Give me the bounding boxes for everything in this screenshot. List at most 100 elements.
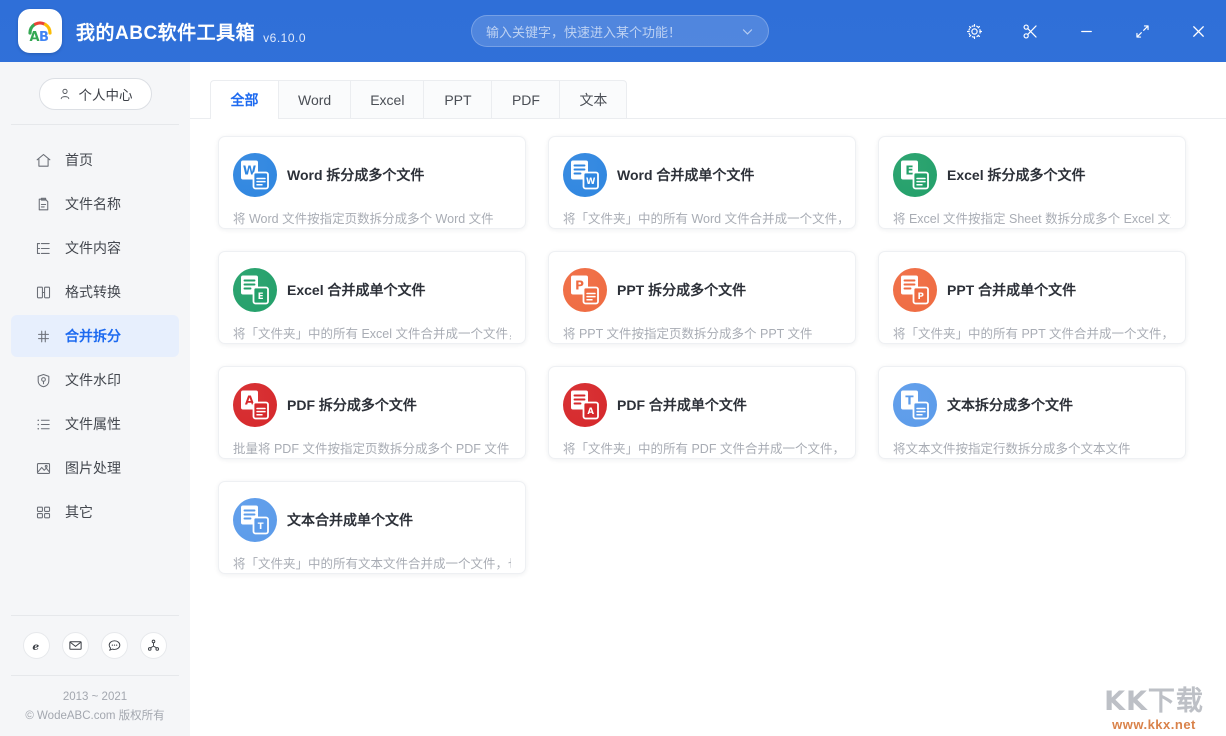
tab-label: 文本	[579, 90, 607, 110]
chat-icon[interactable]	[107, 638, 122, 653]
sidebar-item-1[interactable]: 首页	[11, 139, 179, 181]
format-convert-icon	[35, 284, 52, 301]
tab-全部[interactable]: 全部	[210, 80, 278, 118]
image-process-icon	[35, 460, 52, 477]
feature-card[interactable]: A PDF 拆分成多个文件 批量将 PDF 文件按指定页数拆分成多个 PDF 文…	[218, 366, 526, 459]
tab-bar: 全部Word Excel PPTPDF 文本	[190, 62, 1226, 119]
card-title: Excel 合并成单个文件	[287, 280, 425, 300]
feature-card[interactable]: E Excel 拆分成多个文件 将 Excel 文件按指定 Sheet 数拆分成…	[878, 136, 1186, 229]
minimize-icon[interactable]	[1077, 22, 1096, 41]
svg-text:P: P	[918, 292, 924, 302]
card-header: P PPT 拆分成多个文件	[563, 268, 841, 312]
feature-card[interactable]: W Word 拆分成多个文件 将 Word 文件按指定页数拆分成多个 Word …	[218, 136, 526, 229]
sidebar-item-8[interactable]: 图片处理	[11, 447, 179, 489]
close-icon[interactable]	[1189, 22, 1208, 41]
search-box[interactable]: 输入关键字，快速进入某个功能！	[471, 15, 769, 47]
merge-file-icon: A	[568, 388, 602, 422]
home-icon	[35, 152, 52, 169]
expand-icon[interactable]	[1133, 22, 1152, 41]
watermark-icon	[35, 372, 52, 389]
settings-button[interactable]	[946, 9, 1002, 53]
mail-icon[interactable]	[68, 638, 83, 653]
maximize-button[interactable]	[1114, 9, 1170, 53]
minimize-button[interactable]	[1058, 9, 1114, 53]
profile-button[interactable]: 个人中心	[39, 78, 152, 110]
card-icon: W	[563, 153, 607, 197]
tab-PPT[interactable]: PPT	[423, 80, 491, 118]
card-header: T 文本合并成单个文件	[233, 498, 511, 542]
title-bar: A B 我的ABC软件工具箱v6.10.0 输入关键字，快速进入某个功能！	[0, 0, 1226, 62]
gear-icon[interactable]	[965, 22, 984, 41]
feature-card[interactable]: E Excel 合并成单个文件 将「文件夹」中的所有 Excel 文件合并成一个…	[218, 251, 526, 344]
feature-card[interactable]: A PDF 合并成单个文件 将「文件夹」中的所有 PDF 文件合并成一个文件，也	[548, 366, 856, 459]
card-title: PDF 拆分成多个文件	[287, 395, 417, 415]
card-icon: E	[893, 153, 937, 197]
card-description: 将「文件夹」中的所有 PPT 文件合并成一个文件，也	[893, 323, 1171, 342]
window-controls	[946, 0, 1226, 62]
close-button[interactable]	[1170, 9, 1226, 53]
sidebar-item-7[interactable]: 文件属性	[11, 403, 179, 445]
svg-text:W: W	[586, 177, 596, 187]
sidebar-item-label: 其它	[65, 502, 93, 522]
tab-Excel[interactable]: Excel	[350, 80, 423, 118]
copyright-text: © WodeABC.com 版权所有	[0, 707, 190, 726]
share-icon[interactable]	[146, 638, 161, 653]
tab-label: Excel	[370, 92, 404, 108]
feature-card[interactable]: T 文本合并成单个文件 将「文件夹」中的所有文本文件合并成一个文件，也i	[218, 481, 526, 574]
sidebar-item-3[interactable]: 文件内容	[11, 227, 179, 269]
card-description: 将「文件夹」中的所有 PDF 文件合并成一个文件，也	[563, 438, 841, 457]
content-panel: 全部Word Excel PPTPDF 文本 W Word 拆分成多个文件 将 Wor…	[190, 62, 1226, 736]
card-title: 文本拆分成多个文件	[947, 395, 1073, 415]
feature-card[interactable]: P PPT 合并成单个文件 将「文件夹」中的所有 PPT 文件合并成一个文件，也	[878, 251, 1186, 344]
screenshot-button[interactable]	[1002, 9, 1058, 53]
abc-logo-icon: A B	[24, 15, 56, 47]
merge-split-icon	[35, 328, 52, 345]
card-description: 将 Word 文件按指定页数拆分成多个 Word 文件	[233, 208, 511, 227]
card-title: PPT 合并成单个文件	[947, 280, 1076, 300]
card-header: W Word 合并成单个文件	[563, 153, 841, 197]
footer-divider-top	[11, 615, 179, 616]
tab-文本[interactable]: 文本	[559, 80, 627, 118]
svg-text:A: A	[587, 407, 594, 417]
sidebar-item-label: 图片处理	[65, 458, 121, 478]
share-icon-button[interactable]	[140, 632, 167, 659]
tab-Word[interactable]: Word	[278, 80, 350, 118]
browser-icon[interactable]: e	[29, 638, 45, 654]
profile-label: 个人中心	[79, 84, 133, 104]
app-logo: A B	[18, 9, 62, 53]
user-icon	[58, 87, 72, 101]
card-header: E Excel 合并成单个文件	[233, 268, 511, 312]
profile-row: 个人中心	[0, 62, 190, 124]
chevron-down-icon[interactable]	[741, 25, 754, 38]
home-icon	[35, 152, 52, 169]
tab-PDF[interactable]: PDF	[491, 80, 559, 118]
sidebar-item-2[interactable]: 文件名称	[11, 183, 179, 225]
scissors-icon[interactable]	[1021, 22, 1040, 41]
file-name-icon	[35, 196, 52, 213]
sidebar-item-9[interactable]: 其它	[11, 491, 179, 533]
card-description: 将「文件夹」中的所有 Word 文件合并成一个文件，t	[563, 208, 841, 227]
feature-card[interactable]: T 文本拆分成多个文件 将文本文件按指定行数拆分成多个文本文件	[878, 366, 1186, 459]
merge-file-icon: P	[898, 273, 932, 307]
sidebar-item-6[interactable]: 文件水印	[11, 359, 179, 401]
body-area: 个人中心 首页文件名称文件内容格式转换合并拆分文件水印文件属性图片处理其它 e	[0, 62, 1226, 736]
chat-icon-button[interactable]	[101, 632, 128, 659]
feature-card[interactable]: P PPT 拆分成多个文件 将 PPT 文件按指定页数拆分成多个 PPT 文件	[548, 251, 856, 344]
mail-icon-button[interactable]	[62, 632, 89, 659]
search-input-placeholder[interactable]: 输入关键字，快速进入某个功能！	[486, 22, 741, 41]
file-content-icon	[35, 240, 52, 257]
sidebar-item-label: 合并拆分	[65, 326, 121, 346]
browser-icon-button[interactable]: e	[23, 632, 50, 659]
sidebar-item-4[interactable]: 格式转换	[11, 271, 179, 313]
sidebar-item-label: 格式转换	[65, 282, 121, 302]
svg-text:E: E	[905, 164, 913, 178]
app-window: A B 我的ABC软件工具箱v6.10.0 输入关键字，快速进入某个功能！	[0, 0, 1226, 736]
card-description: 批量将 PDF 文件按指定页数拆分成多个 PDF 文件	[233, 438, 511, 457]
feature-card[interactable]: W Word 合并成单个文件 将「文件夹」中的所有 Word 文件合并成一个文件…	[548, 136, 856, 229]
sidebar-item-5[interactable]: 合并拆分	[11, 315, 179, 357]
card-description: 将「文件夹」中的所有 Excel 文件合并成一个文件，t	[233, 323, 511, 342]
other-icon	[35, 504, 52, 521]
sidebar-item-label: 文件名称	[65, 194, 121, 214]
split-file-icon: P	[568, 273, 602, 307]
card-grid: W Word 拆分成多个文件 将 Word 文件按指定页数拆分成多个 Word …	[190, 119, 1226, 574]
